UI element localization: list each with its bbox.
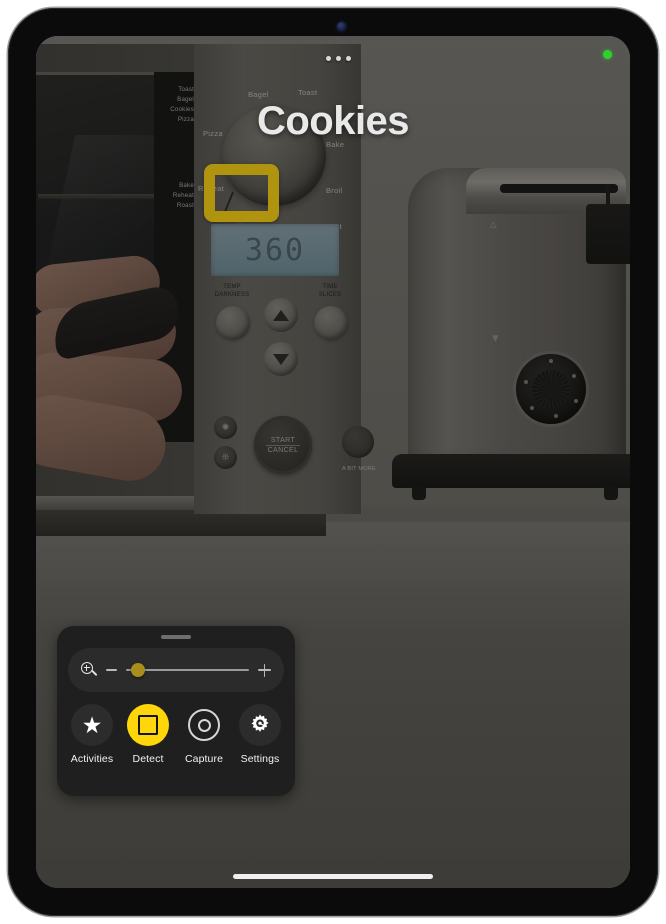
oven-a-bit-more-button (342, 426, 374, 458)
capture-button[interactable]: Capture (177, 704, 231, 765)
bracket-left-edge (138, 721, 141, 730)
detection-highlight-box (204, 164, 279, 222)
toaster-slot (500, 184, 618, 193)
device-screen: ▵ ▾ Toast Bagel Cookies Pizza Bake Rehea… (36, 36, 630, 888)
oven-time-knob (314, 306, 348, 340)
detect-button[interactable]: Detect (121, 704, 175, 765)
gear-icon (239, 704, 281, 746)
oven-dial-label-bagel: Bagel (248, 90, 269, 99)
more-dot-icon (336, 56, 341, 61)
oven-slices-text: SLICES (318, 291, 342, 298)
capture-outer-ring (188, 709, 220, 741)
arrow-down-icon (273, 353, 289, 365)
oven-mode-label: Reheat (172, 192, 194, 199)
activities-label: Activities (70, 753, 114, 765)
oven-start-cancel-button: START CANCEL (254, 416, 312, 474)
magnifier-control-panel: ★ Activities Detect Capture Settings (57, 626, 295, 796)
star-icon: ★ (71, 704, 113, 746)
user-hand (36, 252, 212, 487)
capture-ring-icon (183, 704, 225, 746)
toaster-base (392, 454, 630, 488)
oven-lcd-value: 360 (244, 232, 306, 268)
toaster-chevron-down-icon: ▾ (492, 330, 499, 345)
oven-mode-label: Toast (178, 86, 194, 93)
more-dot-icon (326, 56, 331, 61)
arrow-up-icon (273, 309, 289, 321)
panel-button-row: ★ Activities Detect Capture Settings (64, 704, 288, 765)
detect-label: Detect (132, 753, 164, 765)
bracket-bottom-edge (144, 732, 153, 735)
zoom-out-button[interactable] (106, 669, 117, 671)
magnifier-plus-horizontal (83, 667, 91, 669)
oven-darkness-text: DARKNESS (214, 291, 250, 298)
divider (266, 444, 300, 446)
capture-inner-ring (197, 718, 211, 732)
oven-temp-label: TEMP DARKNESS (208, 284, 256, 299)
oven-cancel-text: CANCEL (267, 446, 299, 454)
toaster-chevron-up-icon: ▵ (490, 216, 497, 231)
toaster-lever (586, 204, 630, 264)
settings-button[interactable]: Settings (233, 704, 287, 765)
gear-svg (251, 714, 269, 732)
oven-mode-label: Roast (176, 202, 194, 209)
zoom-in-button[interactable] (258, 663, 271, 677)
countertop-sheen (36, 521, 630, 641)
more-dot-icon (346, 56, 351, 61)
oven-a-bit-more-label: A BIT MORE (342, 466, 376, 472)
toaster-dial-knurl (532, 370, 570, 408)
home-indicator[interactable] (233, 874, 433, 879)
oven-light-button: ❊ (214, 446, 237, 469)
camera-active-indicator (603, 50, 612, 59)
oven-convection-button: ✺ (214, 416, 237, 439)
bracket-right-edge (155, 721, 158, 730)
zoom-control-row (68, 648, 284, 692)
capture-label: Capture (184, 753, 224, 765)
star-glyph: ★ (81, 711, 103, 738)
oven-lcd-display: 360 (211, 224, 339, 276)
oven-mode-label: Bake (179, 182, 194, 189)
magnifier-handle (90, 669, 98, 676)
toaster-appliance: ▵ ▾ (392, 154, 630, 500)
oven-arrow-up-button (264, 298, 298, 332)
detected-text-title: Cookies (256, 99, 410, 143)
front-camera-icon (337, 22, 346, 31)
oven-dial-label-toast: Toast (298, 88, 318, 97)
magnifier-plus-icon (81, 662, 98, 678)
tablet-device-frame: ▵ ▾ Toast Bagel Cookies Pizza Bake Rehea… (8, 8, 658, 916)
panel-drag-handle[interactable] (161, 635, 191, 639)
settings-label: Settings (240, 753, 280, 765)
oven-arrow-down-button (264, 342, 298, 376)
zoom-slider[interactable] (126, 663, 249, 677)
dial-tick (574, 399, 578, 403)
toaster-foot (604, 486, 618, 500)
oven-start-text: START (270, 436, 296, 444)
oven-temp-knob (216, 306, 250, 340)
oven-time-text: TIME (322, 284, 338, 290)
dial-tick (549, 359, 553, 363)
toaster-browning-dial (516, 354, 586, 424)
oven-time-label: TIME SLICES (306, 284, 354, 299)
oven-dial-label-broil: Broil (326, 186, 343, 195)
bracket-top-edge (144, 715, 153, 718)
dial-tick (572, 374, 576, 378)
toaster-foot (412, 486, 426, 500)
dial-tick (554, 414, 558, 418)
dial-tick (524, 380, 528, 384)
zoom-slider-thumb[interactable] (130, 663, 145, 677)
activities-button[interactable]: ★ Activities (65, 704, 119, 765)
dial-tick (530, 406, 534, 410)
detect-frame-icon (127, 704, 169, 746)
more-options-button[interactable] (323, 51, 354, 66)
oven-temp-text: TEMP (223, 284, 241, 290)
